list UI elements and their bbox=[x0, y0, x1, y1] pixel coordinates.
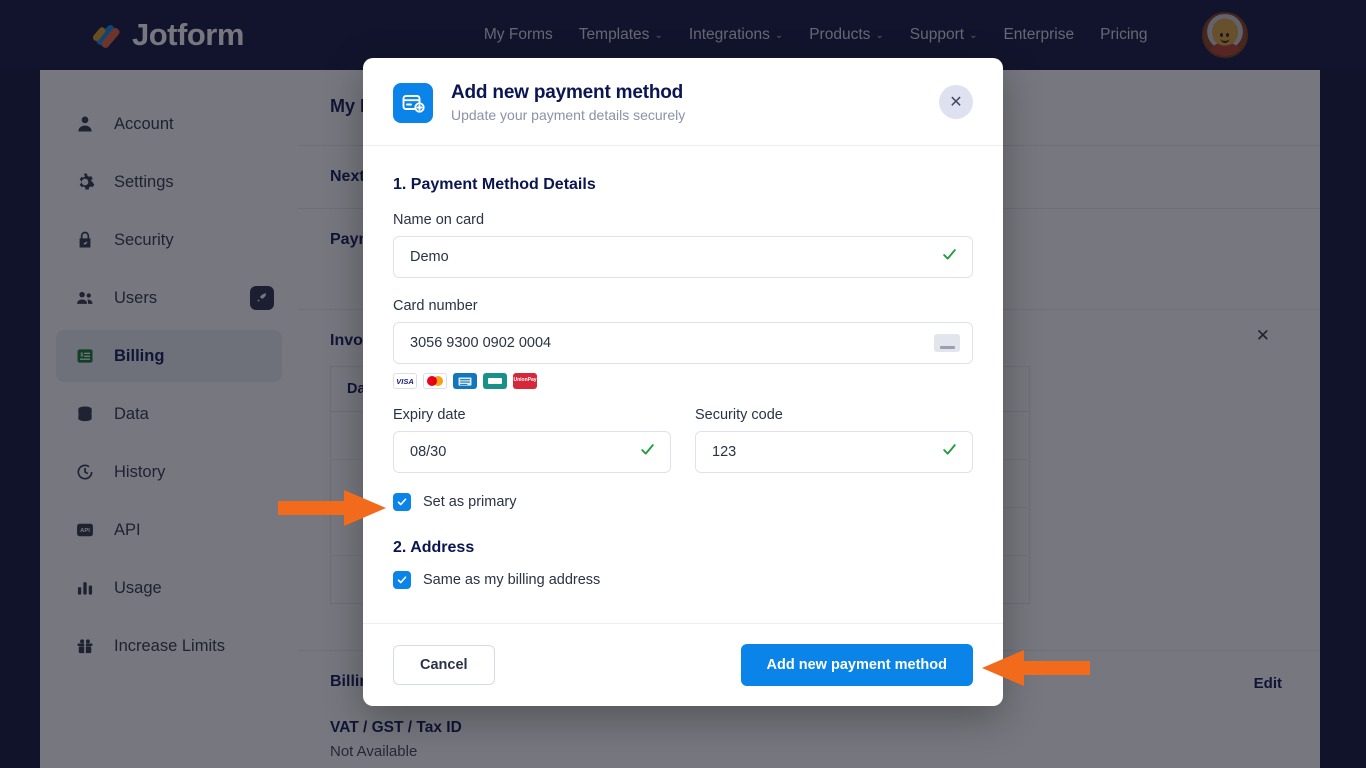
accepted-card-brands: VISA UnionPay bbox=[393, 373, 973, 389]
name-on-card-group: Name on card Demo bbox=[393, 212, 973, 278]
add-card-icon bbox=[393, 83, 433, 123]
annotation-arrow-set-as-primary bbox=[278, 488, 390, 528]
modal-footer: Cancel Add new payment method bbox=[363, 623, 1003, 706]
expiry-date-group: Expiry date 08/30 bbox=[393, 407, 671, 473]
mastercard-icon bbox=[423, 373, 447, 389]
section-payment-method-details: 1. Payment Method Details bbox=[393, 176, 973, 194]
name-on-card-label: Name on card bbox=[393, 212, 973, 228]
card-number-value: 3056 9300 0902 0004 bbox=[410, 335, 551, 351]
add-payment-method-modal: Add new payment method Update your payme… bbox=[363, 58, 1003, 706]
set-as-primary-row: Set as primary bbox=[393, 493, 973, 511]
same-as-billing-label[interactable]: Same as my billing address bbox=[423, 572, 600, 588]
expiry-date-value: 08/30 bbox=[410, 444, 446, 460]
modal-header: Add new payment method Update your payme… bbox=[363, 58, 1003, 146]
add-new-payment-method-button[interactable]: Add new payment method bbox=[741, 644, 973, 686]
same-as-billing-row: Same as my billing address bbox=[393, 571, 973, 589]
close-icon[interactable]: ✕ bbox=[939, 85, 973, 119]
name-on-card-input[interactable]: Demo bbox=[393, 236, 973, 278]
security-code-label: Security code bbox=[695, 407, 973, 423]
amex-icon bbox=[453, 373, 477, 389]
discover-icon bbox=[483, 373, 507, 389]
modal-body: 1. Payment Method Details Name on card D… bbox=[363, 146, 1003, 623]
visa-icon: VISA bbox=[393, 373, 417, 389]
app-root: Account Settings Security Users $ Billin… bbox=[0, 0, 1366, 768]
valid-check-icon bbox=[941, 441, 958, 463]
same-as-billing-checkbox[interactable] bbox=[393, 571, 411, 589]
cancel-button[interactable]: Cancel bbox=[393, 645, 495, 685]
unionpay-icon: UnionPay bbox=[513, 373, 537, 389]
set-as-primary-label[interactable]: Set as primary bbox=[423, 494, 516, 510]
modal-subtitle: Update your payment details securely bbox=[451, 107, 685, 123]
card-number-label: Card number bbox=[393, 298, 973, 314]
card-number-input[interactable]: 3056 9300 0902 0004 bbox=[393, 322, 973, 364]
set-as-primary-checkbox[interactable] bbox=[393, 493, 411, 511]
annotation-arrow-submit bbox=[978, 648, 1090, 688]
name-on-card-value: Demo bbox=[410, 249, 449, 265]
expiry-security-row: Expiry date 08/30 Security code 123 bbox=[393, 407, 973, 473]
modal-title-group: Add new payment method Update your payme… bbox=[451, 82, 685, 123]
security-code-input[interactable]: 123 bbox=[695, 431, 973, 473]
card-number-group: Card number 3056 9300 0902 0004 VISA Uni… bbox=[393, 298, 973, 389]
expiry-date-label: Expiry date bbox=[393, 407, 671, 423]
security-code-value: 123 bbox=[712, 444, 736, 460]
expiry-date-input[interactable]: 08/30 bbox=[393, 431, 671, 473]
security-code-group: Security code 123 bbox=[695, 407, 973, 473]
valid-check-icon bbox=[639, 441, 656, 463]
modal-title: Add new payment method bbox=[451, 82, 685, 104]
card-placeholder-icon bbox=[934, 334, 960, 352]
valid-check-icon bbox=[941, 246, 958, 268]
section-address: 2. Address bbox=[393, 539, 973, 557]
